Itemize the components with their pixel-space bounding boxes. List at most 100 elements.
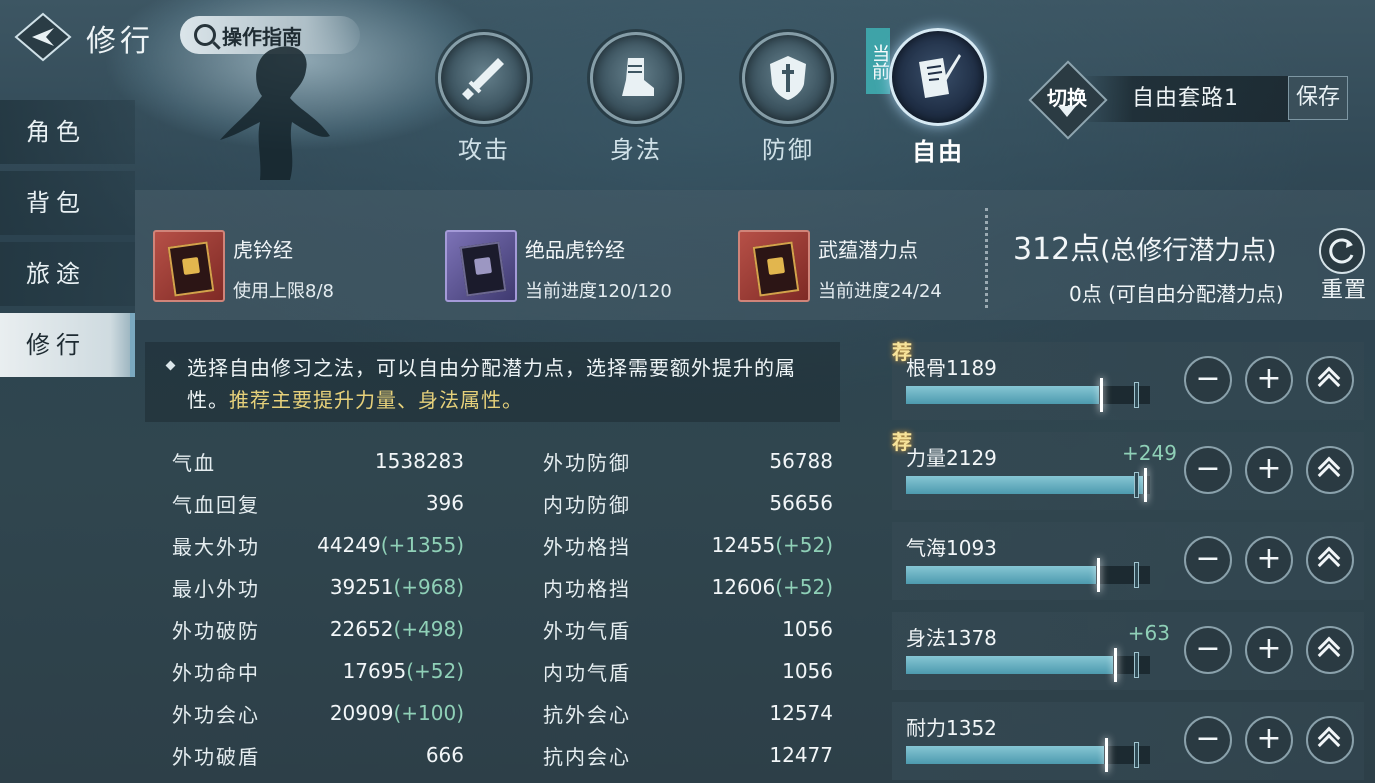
tip-highlight: 推荐主要提升力量、身法属性。 (229, 388, 523, 412)
top-bar: 修行 操作指南 攻击 身法 防御 当前 自由 自由套路1 切换 保存 (0, 0, 1375, 180)
attribute-slider[interactable] (906, 378, 1150, 412)
stat-key: 外功防御 (543, 450, 631, 475)
tab-attack-label: 攻击 (458, 136, 510, 164)
bullet-icon (165, 360, 176, 371)
item-name: 虎钤经 (233, 238, 293, 262)
shield-icon (742, 32, 834, 124)
item-wuyun-points[interactable]: 武蕴潜力点 当前进度24/24 (738, 230, 942, 303)
stat-row: 最小外功 39251(+968) (172, 566, 464, 608)
max-button[interactable] (1306, 536, 1354, 584)
attribute-row-naili: 耐力1352 − + (892, 702, 1364, 780)
stat-key: 气血 (172, 450, 216, 475)
back-logo-icon[interactable] (14, 12, 72, 62)
decrease-button[interactable]: − (1184, 446, 1232, 494)
current-path-badge: 当前 (866, 28, 890, 94)
total-points: 312点 (1013, 232, 1101, 267)
attribute-row-liliang: 荐 力量2129 +249 − + (892, 430, 1364, 510)
attribute-name: 根骨1189 (906, 356, 997, 380)
stat-row: 外功防御 56788 (543, 440, 833, 482)
stat-value: 44249(+1355) (317, 533, 464, 557)
tab-free-label: 自由 (912, 137, 964, 166)
attribute-row-gengu: 荐 根骨1189 − + (892, 340, 1364, 420)
page-title: 修行 (86, 24, 154, 59)
tab-attack[interactable]: 攻击 (434, 32, 534, 165)
stat-key: 抗内会心 (543, 744, 631, 769)
reset-label: 重置 (1321, 278, 1368, 303)
max-button[interactable] (1306, 446, 1354, 494)
save-button[interactable]: 保存 (1288, 76, 1348, 120)
stat-row: 抗外会心 12574 (543, 692, 833, 734)
tab-agility[interactable]: 身法 (586, 32, 686, 165)
tab-defense[interactable]: 防御 (738, 32, 838, 165)
reset-button[interactable] (1319, 228, 1365, 274)
attribute-bonus: +249 (1122, 441, 1177, 465)
stat-row: 抗内会心 12477 (543, 734, 833, 776)
stat-key: 外功破盾 (172, 744, 260, 769)
item-hulingjing[interactable]: 虎钤经 使用上限8/8 (153, 230, 334, 303)
attribute-row-shenfa: 身法1378 +63 − + (892, 612, 1364, 690)
book-icon (738, 230, 810, 302)
stat-key: 外功破防 (172, 618, 260, 643)
stat-row: 外功格挡 12455(+52) (543, 524, 833, 566)
free-potential: 0点 (可自由分配潜力点) (1069, 282, 1284, 306)
item-sub: 当前进度120/120 (525, 281, 672, 302)
item-name: 武蕴潜力点 (818, 238, 918, 262)
attribute-row-qihai: 气海1093 − + (892, 522, 1364, 600)
stat-row: 气血回复 396 (172, 482, 464, 524)
decrease-button[interactable]: − (1184, 356, 1232, 404)
stat-key: 抗外会心 (543, 702, 631, 727)
refresh-icon (1329, 238, 1354, 264)
total-potential: 312点(总修行潜力点) (1013, 224, 1277, 268)
chevron-down-icon (1058, 106, 1076, 117)
stat-row: 外功会心 20909(+100) (172, 692, 464, 734)
switch-preset-button[interactable]: 切换 (1028, 60, 1108, 140)
decrease-button[interactable]: − (1184, 716, 1232, 764)
attribute-name: 气海1093 (906, 536, 997, 560)
stat-value: 1056 (782, 659, 833, 683)
attribute-name: 力量2129 (906, 446, 997, 470)
stat-row: 气血 1538283 (172, 440, 464, 482)
stat-key: 内功格挡 (543, 576, 631, 601)
stat-key: 外功会心 (172, 702, 260, 727)
stat-value: 12574 (769, 701, 833, 725)
increase-button[interactable]: + (1245, 716, 1293, 764)
stat-key: 外功气盾 (543, 618, 631, 643)
max-button[interactable] (1306, 626, 1354, 674)
increase-button[interactable]: + (1245, 536, 1293, 584)
tab-free[interactable]: 自由 (888, 28, 988, 167)
max-button[interactable] (1306, 356, 1354, 404)
tab-defense-label: 防御 (762, 136, 814, 164)
tip-text: 选择自由修习之法，可以自由分配潜力点，选择需要额外提升的属性。推荐主要提升力量、… (187, 352, 827, 416)
increase-button[interactable]: + (1245, 356, 1293, 404)
decrease-button[interactable]: − (1184, 626, 1232, 674)
stat-value: 666 (425, 743, 464, 767)
nav-item-cultivation[interactable]: 修行 (0, 313, 135, 377)
increase-button[interactable]: + (1245, 446, 1293, 494)
max-button[interactable] (1306, 716, 1354, 764)
stat-row: 外功气盾 1056 (543, 608, 833, 650)
stat-value: 12606(+52) (711, 575, 833, 599)
item-premium-hulingjing[interactable]: 绝品虎钤经 当前进度120/120 (445, 230, 672, 303)
stat-value: 56788 (769, 449, 833, 473)
attribute-slider[interactable] (906, 648, 1150, 682)
stat-value: 17695(+52) (342, 659, 464, 683)
book-icon (445, 230, 517, 302)
attribute-slider[interactable] (906, 558, 1150, 592)
stat-key: 外功命中 (172, 660, 260, 685)
nav-item-journey[interactable]: 旅途 (0, 242, 135, 306)
stat-key: 最大外功 (172, 534, 260, 559)
stat-value: 1538283 (374, 449, 464, 473)
stat-value: 396 (425, 491, 464, 515)
attribute-slider[interactable] (906, 738, 1150, 772)
increase-button[interactable]: + (1245, 626, 1293, 674)
boot-icon (590, 32, 682, 124)
stat-value: 20909(+100) (329, 701, 464, 725)
stat-value: 56656 (769, 491, 833, 515)
item-sub: 使用上限8/8 (233, 281, 334, 302)
attribute-slider[interactable] (906, 468, 1150, 502)
swordsman-silhouette-icon (220, 46, 330, 180)
decrease-button[interactable]: − (1184, 536, 1232, 584)
nav-item-character[interactable]: 角色 (0, 100, 135, 164)
book-quill-icon (889, 28, 987, 126)
nav-item-bag[interactable]: 背包 (0, 171, 135, 235)
